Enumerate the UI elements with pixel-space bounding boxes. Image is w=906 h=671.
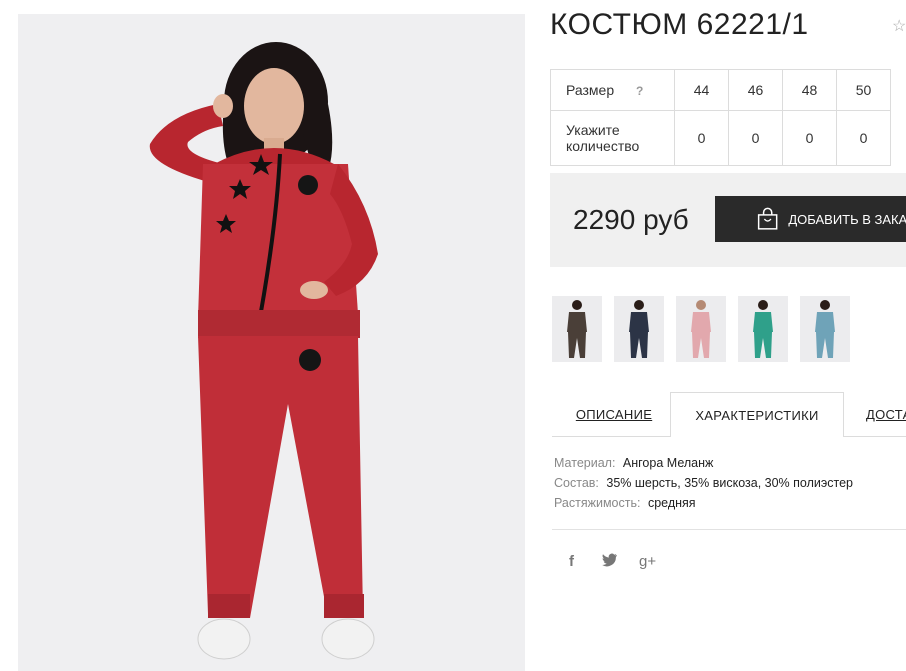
facebook-icon[interactable]: f: [569, 553, 574, 570]
size-46: 46: [728, 69, 783, 111]
property-value: средняя: [647, 496, 696, 510]
thumbnail-figure: [629, 300, 649, 358]
shopping-bag-icon: [757, 207, 778, 230]
thumbnail-2[interactable]: [614, 296, 664, 362]
tab-characteristics[interactable]: ХАРАКТЕРИСТИКИ: [670, 392, 844, 437]
price-panel: 2290 руб ДОБАВИТЬ В ЗАКАЗ: [550, 173, 906, 267]
thumbnail-4[interactable]: [738, 296, 788, 362]
section-divider: [552, 529, 906, 530]
main-product-photo[interactable]: [18, 14, 525, 671]
property-composition: Состав: 35% шерсть, 35% вискоза, 30% пол…: [554, 475, 853, 495]
quantity-input-48[interactable]: 0: [782, 110, 837, 166]
thumbnail-figure: [753, 300, 773, 358]
tab-description[interactable]: ОПИСАНИЕ: [576, 392, 652, 436]
characteristics-list: Материал: Ангора Меланж Состав: 35% шерс…: [554, 455, 853, 515]
active-tab-gap: [671, 436, 842, 437]
thumbnail-figure: [567, 300, 587, 358]
quantity-row: Укажите количество 0 0 0 0: [550, 110, 891, 166]
model-illustration: [149, 42, 378, 660]
property-material: Материал: Ангора Меланж: [554, 455, 853, 475]
property-key: Материал:: [554, 456, 616, 470]
thumbnail-1[interactable]: [552, 296, 602, 362]
property-key: Растяжимость:: [554, 496, 641, 510]
twitter-icon[interactable]: [602, 553, 618, 571]
google-plus-icon[interactable]: g+: [639, 553, 656, 570]
thumbnail-figure: [815, 300, 835, 358]
twitter-bird-icon: [602, 553, 617, 567]
size-label-cell: Размер ?: [550, 69, 675, 111]
size-table: Размер ? 44 46 48 50 Укажите количество …: [550, 69, 891, 166]
size-label: Размер: [566, 82, 615, 98]
size-48: 48: [782, 69, 837, 111]
quantity-input-44[interactable]: 0: [674, 110, 729, 166]
size-row: Размер ? 44 46 48 50: [550, 69, 891, 111]
product-price: 2290 руб: [573, 204, 689, 235]
size-50: 50: [836, 69, 891, 111]
size-44: 44: [674, 69, 729, 111]
quantity-label-line1: Укажите: [566, 122, 620, 138]
tab-delivery[interactable]: ДОСТАВКА: [866, 392, 906, 436]
add-to-order-button[interactable]: ДОБАВИТЬ В ЗАКАЗ: [715, 196, 906, 242]
quantity-input-46[interactable]: 0: [728, 110, 783, 166]
thumbnail-figure: [691, 300, 711, 358]
add-to-order-label: ДОБАВИТЬ В ЗАКАЗ: [788, 211, 906, 227]
star-favorite-icon[interactable]: ☆: [892, 16, 906, 36]
quantity-input-50[interactable]: 0: [836, 110, 891, 166]
property-stretch: Растяжимость: средняя: [554, 495, 853, 515]
property-key: Состав:: [554, 476, 599, 490]
property-value: 35% шерсть, 35% вискоза, 30% полиэстер: [606, 476, 853, 490]
quantity-label-line2: количество: [566, 138, 640, 154]
product-title: КОСТЮМ 62221/1: [550, 8, 809, 41]
quantity-label-cell: Укажите количество: [550, 110, 675, 166]
help-icon[interactable]: ?: [636, 84, 643, 98]
thumbnail-3[interactable]: [676, 296, 726, 362]
thumbnail-5[interactable]: [800, 296, 850, 362]
property-value: Ангора Меланж: [622, 456, 714, 470]
